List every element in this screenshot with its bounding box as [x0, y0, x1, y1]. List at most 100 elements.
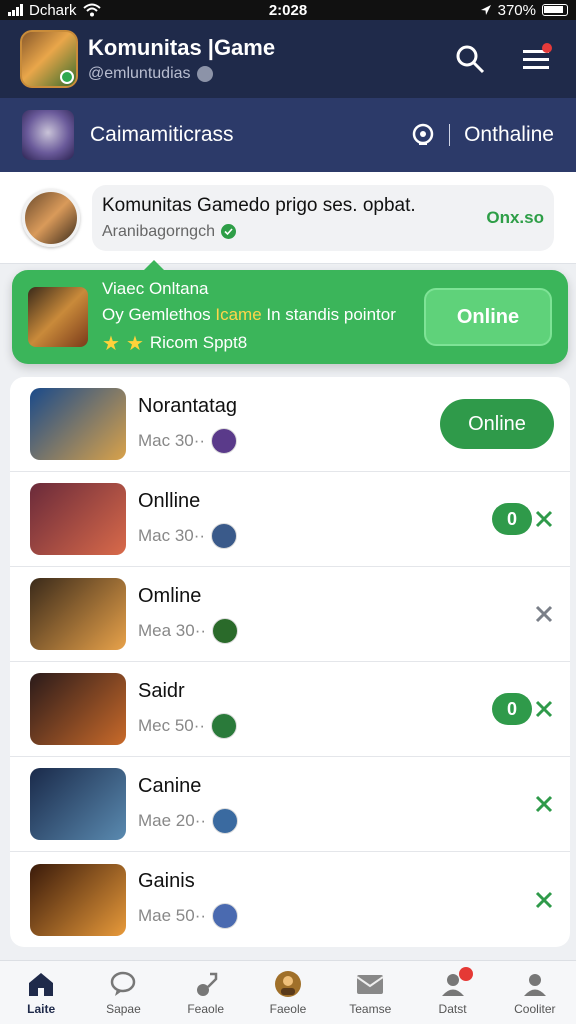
list-item[interactable]: Saidr Mec 50·· 0 — [10, 662, 570, 757]
banner-description: Oy Gemlethos Icame In standis pointor — [102, 304, 396, 324]
close-icon[interactable] — [534, 794, 554, 814]
message-status: Onx.so — [486, 207, 544, 227]
avatar — [211, 712, 238, 739]
menu-button[interactable] — [516, 39, 556, 79]
star-icon: ★ — [102, 332, 120, 355]
nav-item-laite[interactable]: Laite — [0, 961, 82, 1024]
game-thumbnail[interactable] — [30, 863, 126, 936]
app-header: Komunitas |Game @emluntudias — [0, 20, 576, 98]
close-icon[interactable] — [534, 509, 554, 529]
lock-icon[interactable] — [411, 123, 435, 147]
online-button[interactable]: Online — [424, 288, 552, 346]
game-thumbnail[interactable] — [30, 673, 126, 745]
bottom-nav: Laite Sapae Feaole Faeole Teamse Datst C… — [0, 960, 576, 1024]
message-bubble[interactable]: Komunitas Gamedo prigo ses. opbat. Arani… — [92, 184, 554, 251]
game-name: Onlline — [138, 489, 201, 512]
game-thumbnail[interactable] — [30, 768, 126, 840]
nav-item-teamse[interactable]: Teamse — [329, 961, 411, 1024]
game-name: Omline — [138, 584, 202, 607]
game-name: Saidr — [138, 679, 185, 702]
online-dot — [60, 70, 74, 84]
game-name: Gainis — [138, 870, 195, 892]
avatar[interactable] — [22, 188, 80, 247]
banner-title: Viaec Onltana — [102, 278, 209, 298]
online-button[interactable]: Online — [440, 399, 554, 449]
nav-label: Teamse — [349, 1001, 392, 1016]
game-meta: Mae 50·· — [138, 906, 207, 925]
game-thumbnail[interactable] — [30, 578, 126, 650]
nav-label: Sapae — [106, 1001, 141, 1016]
nav-label: Cooliter — [514, 1001, 556, 1016]
status-bar: Dchark 2:028 370% — [0, 0, 576, 20]
location-icon — [480, 5, 491, 15]
close-icon[interactable] — [534, 699, 554, 719]
list-item[interactable]: Norantatag Mac 30·· Online — [10, 377, 570, 472]
game-meta: Mae 20·· — [138, 810, 207, 830]
message-text: Komunitas Gamedo prigo ses. opbat. — [102, 194, 416, 216]
game-meta: Mea 30·· — [138, 620, 207, 640]
community-handle: @emluntudias — [88, 65, 191, 82]
game-thumbnail[interactable] — [30, 388, 126, 460]
avatar — [212, 807, 239, 834]
nav-label: Feaole — [187, 1001, 225, 1016]
home-icon — [26, 970, 56, 998]
game-name: Canine — [138, 774, 202, 797]
wifi-icon — [82, 3, 101, 17]
avatar — [211, 427, 238, 454]
game-meta: Mec 50·· — [138, 715, 206, 735]
carrier-label: Dchark — [29, 1, 77, 19]
game-meta: Mac 30·· — [138, 430, 206, 450]
notification-badge — [458, 967, 473, 981]
avatar — [212, 617, 239, 644]
game-meta: Mac 30·· — [138, 525, 206, 545]
channel-status[interactable]: Onthaline — [464, 123, 554, 147]
search-button[interactable] — [450, 39, 490, 79]
close-icon[interactable] — [534, 890, 554, 910]
verified-badge-icon — [196, 66, 213, 82]
list-item[interactable]: Omline Mea 30·· — [10, 567, 570, 662]
check-icon — [220, 224, 236, 239]
featured-banner[interactable]: Viaec Onltana Oy Gemlethos Icame In stan… — [12, 260, 568, 364]
star-icon: ★ — [125, 332, 144, 355]
avatar-icon — [273, 970, 303, 998]
banner-avatar — [28, 287, 88, 347]
game-thumbnail[interactable] — [30, 483, 126, 555]
channel-avatar — [22, 110, 74, 160]
nav-item-datst[interactable]: Datst — [411, 961, 493, 1024]
list-item[interactable]: Onlline Mac 30·· 0 — [10, 472, 570, 567]
banner-highlight: Icame — [215, 304, 262, 324]
divider — [449, 124, 451, 146]
clock: 2:028 — [268, 1, 308, 19]
nav-item-sapae[interactable]: Sapae — [82, 961, 164, 1024]
channel-name: Caimamiticrass — [90, 123, 234, 146]
list-item[interactable]: Gainis Mae 50·· — [10, 852, 570, 947]
community-avatar[interactable] — [20, 30, 78, 88]
game-name: Norantatag — [138, 394, 237, 417]
game-list: Norantatag Mac 30·· Online Onlline Mac 3… — [10, 377, 570, 947]
page-title: Komunitas |Game — [88, 35, 276, 60]
battery-percent: 370% — [497, 1, 536, 19]
nav-label: Faeole — [269, 1001, 307, 1016]
nav-label: Datst — [438, 1001, 467, 1016]
close-icon[interactable] — [534, 604, 554, 624]
channel-bar[interactable]: Caimamiticrass Onthaline — [0, 98, 576, 172]
pinned-message[interactable]: Komunitas Gamedo prigo ses. opbat. Arani… — [0, 172, 576, 264]
nav-item-faeole[interactable]: Faeole — [247, 961, 329, 1024]
user-icon — [520, 970, 550, 998]
nav-item-cooliter[interactable]: Cooliter — [494, 961, 576, 1024]
signal-icon — [8, 4, 23, 16]
message-author: Aranibagorngch — [102, 222, 215, 240]
mail-icon — [355, 970, 385, 998]
battery-icon — [542, 4, 568, 16]
avatar — [211, 522, 238, 549]
list-item[interactable]: Canine Mae 20·· — [10, 757, 570, 852]
count-badge[interactable]: 0 — [492, 503, 532, 535]
nav-label: Laite — [27, 1001, 56, 1016]
count-badge[interactable]: 0 — [492, 693, 532, 725]
chat-icon — [108, 970, 138, 998]
notification-dot — [542, 43, 552, 53]
nav-item-feaole[interactable]: Feaole — [165, 961, 247, 1024]
guitar-icon — [191, 970, 221, 998]
avatar — [212, 903, 239, 929]
banner-rating-label: Ricom Sppt8 — [149, 333, 248, 352]
